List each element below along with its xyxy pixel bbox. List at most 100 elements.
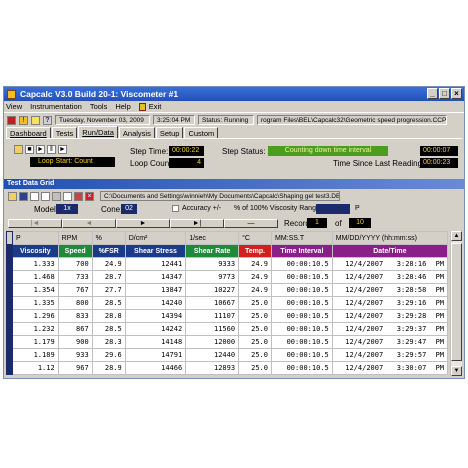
table-cell[interactable]: 3:30:07	[386, 361, 430, 375]
pause-icon[interactable]: ‖	[47, 145, 56, 154]
nav-first-button[interactable]: |◄	[8, 219, 62, 228]
table-cell[interactable]: 967	[57, 361, 93, 375]
table-cell[interactable]: 25.0	[238, 348, 272, 362]
table-cell[interactable]: 900	[57, 335, 93, 349]
scroll-down-icon[interactable]: ▼	[451, 366, 462, 376]
table-row[interactable]: 1.335 800 28.5 14240 10667 25.0 00:00:10.5 12/4…	[6, 296, 449, 310]
minimize-button[interactable]: _	[427, 88, 438, 99]
table-cell[interactable]: 833	[57, 309, 93, 323]
table-cell[interactable]: 24.9	[91, 257, 126, 271]
table-cell[interactable]: 3:29:47	[386, 335, 430, 349]
col-header-time-interval[interactable]: Time Interval	[270, 244, 333, 258]
table-cell[interactable]: 700	[57, 257, 93, 271]
table-cell[interactable]: 00:00:10.5	[270, 283, 333, 297]
table-cell[interactable]: 14240	[124, 296, 187, 310]
table-cell[interactable]: 12893	[185, 361, 240, 375]
table-cell[interactable]: 14242	[124, 322, 187, 336]
table-cell[interactable]: 24.9	[238, 270, 272, 284]
table-cell[interactable]: 25.0	[238, 296, 272, 310]
menu-instrumentation[interactable]: Instrumentation	[30, 102, 82, 111]
table-cell[interactable]: 12/4/2007	[331, 348, 387, 362]
table-cell[interactable]: 24.9	[238, 283, 272, 297]
table-cell[interactable]: 00:00:10.5	[270, 296, 333, 310]
table-cell[interactable]: 1.333	[12, 257, 59, 271]
table-cell[interactable]: 12/4/2007	[331, 296, 387, 310]
table-cell[interactable]: 9773	[185, 270, 240, 284]
print-icon[interactable]	[30, 191, 39, 201]
table-cell[interactable]: 25.0	[238, 335, 272, 349]
table-cell[interactable]: 28.7	[91, 270, 126, 284]
stop-icon[interactable]: ■	[25, 145, 34, 154]
nav-delete-button[interactable]: —	[224, 219, 278, 228]
table-cell[interactable]: 12/4/2007	[331, 335, 387, 349]
accuracy-checkbox[interactable]	[172, 205, 179, 212]
vertical-scrollbar[interactable]: ▲ ▼	[450, 231, 462, 376]
save-icon[interactable]	[19, 191, 28, 201]
table-row[interactable]: 1.232 867 28.5 14242 11560 25.0 00:00:10.5 12/4…	[6, 322, 449, 336]
table-cell[interactable]: 12/4/2007	[331, 322, 387, 336]
table-cell[interactable]: 933	[57, 348, 93, 362]
table-cell[interactable]: PM	[429, 270, 449, 284]
table-cell[interactable]: 1.232	[12, 322, 59, 336]
table-cell[interactable]: 3:29:16	[386, 296, 430, 310]
table-cell[interactable]: 28.5	[91, 296, 126, 310]
table-cell[interactable]: 10667	[185, 296, 240, 310]
col-header-shear-stress[interactable]: Shear Stress	[124, 244, 187, 258]
table-cell[interactable]: 12/4/2007	[331, 309, 387, 323]
table-cell[interactable]: 1.354	[12, 283, 59, 297]
step-icon[interactable]: ►	[58, 145, 67, 154]
col-header-temp[interactable]: Temp.	[238, 244, 272, 258]
table-cell[interactable]: 1.12	[12, 361, 59, 375]
table-cell[interactable]: 00:00:10.5	[270, 348, 333, 362]
nav-prev-button[interactable]: ◄	[62, 219, 116, 228]
nav-next-button[interactable]: ►	[116, 219, 170, 228]
scroll-up-icon[interactable]: ▲	[451, 231, 462, 241]
table-cell[interactable]: PM	[429, 309, 449, 323]
table-cell[interactable]: 12/4/2007	[331, 361, 387, 375]
table-cell[interactable]: 25.0	[238, 309, 272, 323]
table-cell[interactable]: 00:00:10.5	[270, 361, 333, 375]
table-cell[interactable]: 12/4/2007	[331, 270, 387, 284]
table-cell[interactable]: 28.3	[91, 335, 126, 349]
table-row[interactable]: 1.468 733 28.7 14347 9773 24.9 00:00:10.5 12/4/…	[6, 270, 449, 284]
table-cell[interactable]: 3:29:28	[386, 309, 430, 323]
table-cell[interactable]: 27.7	[91, 283, 126, 297]
menu-exit[interactable]: Exit	[149, 102, 162, 111]
table-cell[interactable]: 14394	[124, 309, 187, 323]
table-cell[interactable]: 14347	[124, 270, 187, 284]
exit-icon[interactable]	[138, 102, 146, 111]
table-cell[interactable]: 12/4/2007	[331, 257, 387, 271]
col-header-date-time[interactable]: Date/Time	[331, 244, 449, 258]
table-cell[interactable]: 3:28:58	[386, 283, 430, 297]
table-cell[interactable]: 3:28:46	[386, 270, 430, 284]
menu-help[interactable]: Help	[115, 102, 130, 111]
table-cell[interactable]: PM	[429, 361, 449, 375]
table-cell[interactable]: 25.0	[238, 322, 272, 336]
table-cell[interactable]: 28.9	[91, 361, 126, 375]
close-button[interactable]: ×	[451, 88, 462, 99]
table-cell[interactable]: 14466	[124, 361, 187, 375]
title-bar[interactable]: Capcalc V3.0 Build 20-1: Viscometer #1 _…	[4, 87, 464, 101]
table-cell[interactable]: PM	[429, 283, 449, 297]
table-cell[interactable]: 867	[57, 322, 93, 336]
table-row[interactable]: 1.179 900 28.3 14148 12000 25.0 00:00:10.5 12/4…	[6, 335, 449, 349]
folder-icon[interactable]	[14, 145, 23, 154]
table-row[interactable]: 1.333 700 24.9 12441 9333 24.9 00:00:10.5 12/4/…	[6, 257, 449, 271]
nav-last-button[interactable]: ►|	[170, 219, 224, 228]
table-cell[interactable]: 00:00:10.5	[270, 322, 333, 336]
report-icon[interactable]	[63, 191, 72, 201]
table-cell[interactable]: PM	[429, 335, 449, 349]
table-cell[interactable]: 733	[57, 270, 93, 284]
table-cell[interactable]: 9333	[185, 257, 240, 271]
table-cell[interactable]: 24.9	[238, 257, 272, 271]
table-cell[interactable]: 3:28:16	[386, 257, 430, 271]
menu-tools[interactable]: Tools	[90, 102, 108, 111]
table-cell[interactable]: 800	[57, 296, 93, 310]
table-row[interactable]: 1.354 767 27.7 13847 10227 24.9 00:00:10.5 12/4…	[6, 283, 449, 297]
scroll-thumb[interactable]	[451, 243, 462, 361]
bulb-icon[interactable]	[31, 115, 40, 125]
delete-icon[interactable]: ×	[85, 191, 94, 201]
col-header-speed[interactable]: Speed	[57, 244, 93, 258]
col-header-fsr[interactable]: %FSR	[91, 244, 126, 258]
preview-icon[interactable]	[41, 191, 50, 201]
